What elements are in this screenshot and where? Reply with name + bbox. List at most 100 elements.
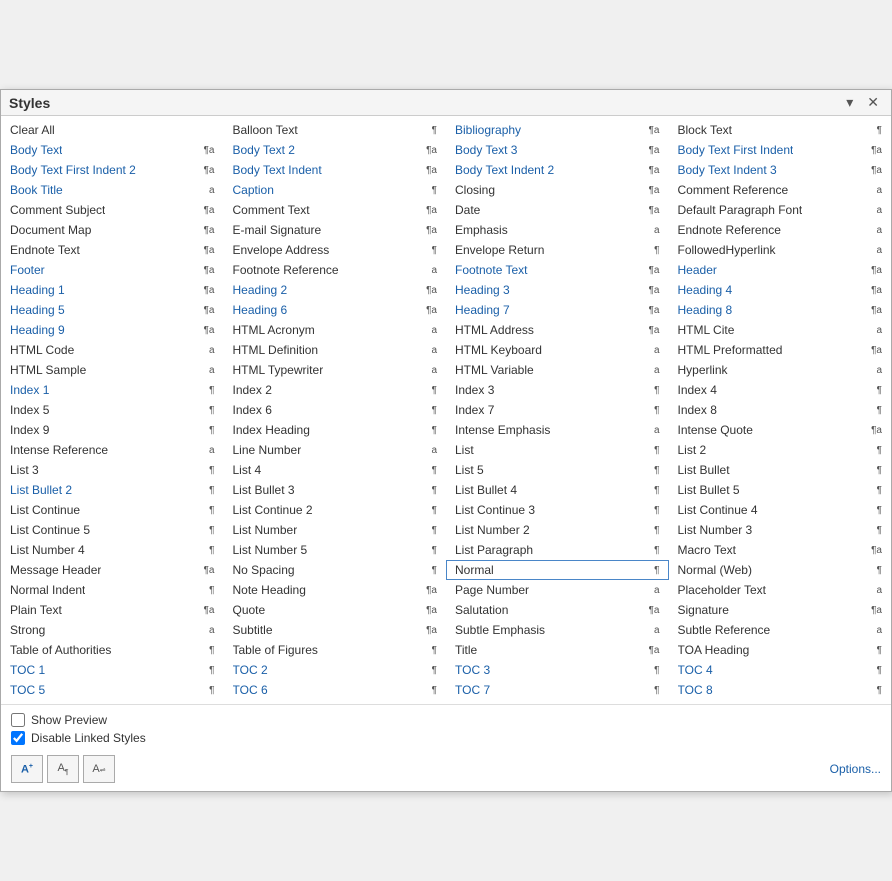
style-item[interactable]: List Continue¶: [1, 500, 224, 520]
style-item[interactable]: List Number 5¶: [224, 540, 447, 560]
style-item[interactable]: TOC 8¶: [669, 680, 892, 700]
style-item[interactable]: Heading 5¶a: [1, 300, 224, 320]
style-item[interactable]: Footnote Referencea: [224, 260, 447, 280]
style-item[interactable]: List Continue 5¶: [1, 520, 224, 540]
style-item[interactable]: Heading 4¶a: [669, 280, 892, 300]
disable-linked-checkbox[interactable]: [11, 731, 25, 745]
style-item[interactable]: HTML Citea: [669, 320, 892, 340]
style-item[interactable]: Index 8¶: [669, 400, 892, 420]
style-item[interactable]: No Spacing¶: [224, 560, 447, 580]
style-item[interactable]: Heading 7¶a: [446, 300, 669, 320]
style-item[interactable]: TOC 4¶: [669, 660, 892, 680]
style-item[interactable]: Balloon Text¶: [224, 120, 447, 140]
style-item[interactable]: Body Text 2¶a: [224, 140, 447, 160]
style-item[interactable]: FollowedHyperlinka: [669, 240, 892, 260]
style-item[interactable]: List Paragraph¶: [446, 540, 669, 560]
style-item[interactable]: TOC 7¶: [446, 680, 669, 700]
style-item[interactable]: Normal (Web)¶: [669, 560, 892, 580]
style-item[interactable]: Heading 8¶a: [669, 300, 892, 320]
style-item[interactable]: List Continue 2¶: [224, 500, 447, 520]
style-item[interactable]: Subtitle¶a: [224, 620, 447, 640]
style-item[interactable]: List Bullet¶: [669, 460, 892, 480]
style-item[interactable]: Body Text 3¶a: [446, 140, 669, 160]
style-item[interactable]: E-mail Signature¶a: [224, 220, 447, 240]
style-item[interactable]: Subtle Referencea: [669, 620, 892, 640]
style-item[interactable]: List¶: [446, 440, 669, 460]
style-item[interactable]: Index 7¶: [446, 400, 669, 420]
style-item[interactable]: Body Text Indent 3¶a: [669, 160, 892, 180]
style-item[interactable]: Heading 9¶a: [1, 320, 224, 340]
style-item[interactable]: List Number 3¶: [669, 520, 892, 540]
style-item[interactable]: Date¶a: [446, 200, 669, 220]
disable-linked-row[interactable]: Disable Linked Styles: [11, 731, 881, 745]
style-item[interactable]: List Bullet 2¶: [1, 480, 224, 500]
style-item[interactable]: Heading 1¶a: [1, 280, 224, 300]
style-item[interactable]: List 3¶: [1, 460, 224, 480]
style-item[interactable]: List Continue 3¶: [446, 500, 669, 520]
style-item[interactable]: HTML Acronyma: [224, 320, 447, 340]
style-item[interactable]: Heading 3¶a: [446, 280, 669, 300]
style-item[interactable]: Body Text First Indent 2¶a: [1, 160, 224, 180]
style-item[interactable]: List 2¶: [669, 440, 892, 460]
style-item[interactable]: TOC 1¶: [1, 660, 224, 680]
style-item[interactable]: Stronga: [1, 620, 224, 640]
style-item[interactable]: Heading 2¶a: [224, 280, 447, 300]
manage-styles-button[interactable]: A⇌: [83, 755, 115, 783]
style-item[interactable]: Page Numbera: [446, 580, 669, 600]
style-item[interactable]: Placeholder Texta: [669, 580, 892, 600]
style-item[interactable]: TOC 2¶: [224, 660, 447, 680]
style-item[interactable]: List Continue 4¶: [669, 500, 892, 520]
show-preview-checkbox[interactable]: [11, 713, 25, 727]
style-item[interactable]: HTML Samplea: [1, 360, 224, 380]
style-item[interactable]: Signature¶a: [669, 600, 892, 620]
style-item[interactable]: Index 9¶: [1, 420, 224, 440]
style-item[interactable]: Footnote Text¶a: [446, 260, 669, 280]
style-item[interactable]: Subtle Emphasisa: [446, 620, 669, 640]
style-item[interactable]: Heading 6¶a: [224, 300, 447, 320]
style-item[interactable]: Index Heading¶: [224, 420, 447, 440]
style-item[interactable]: Index 6¶: [224, 400, 447, 420]
style-item[interactable]: Body Text First Indent¶a: [669, 140, 892, 160]
style-item[interactable]: Caption¶: [224, 180, 447, 200]
style-item[interactable]: Bibliography¶a: [446, 120, 669, 140]
style-item[interactable]: HTML Preformatted¶a: [669, 340, 892, 360]
style-item[interactable]: Index 3¶: [446, 380, 669, 400]
options-link[interactable]: Options...: [830, 762, 881, 776]
style-item[interactable]: HTML Variablea: [446, 360, 669, 380]
style-item[interactable]: Comment Text¶a: [224, 200, 447, 220]
style-item[interactable]: Note Heading¶a: [224, 580, 447, 600]
style-item[interactable]: Title¶a: [446, 640, 669, 660]
style-item[interactable]: Default Paragraph Fonta: [669, 200, 892, 220]
style-item[interactable]: Header¶a: [669, 260, 892, 280]
style-item[interactable]: Table of Authorities¶: [1, 640, 224, 660]
style-item[interactable]: Quote¶a: [224, 600, 447, 620]
style-item[interactable]: Envelope Address¶: [224, 240, 447, 260]
style-item[interactable]: Body Text Indent 2¶a: [446, 160, 669, 180]
style-item[interactable]: Salutation¶a: [446, 600, 669, 620]
style-item[interactable]: Body Text¶a: [1, 140, 224, 160]
style-item[interactable]: List Number 2¶: [446, 520, 669, 540]
style-item[interactable]: Book Titlea: [1, 180, 224, 200]
collapse-button[interactable]: ▾: [842, 94, 857, 111]
style-item[interactable]: List Number 4¶: [1, 540, 224, 560]
style-item[interactable]: Index 4¶: [669, 380, 892, 400]
style-item[interactable]: Normal Indent¶: [1, 580, 224, 600]
show-preview-row[interactable]: Show Preview: [11, 713, 881, 727]
style-item[interactable]: TOC 5¶: [1, 680, 224, 700]
style-item[interactable]: HTML Typewritera: [224, 360, 447, 380]
style-item[interactable]: Body Text Indent¶a: [224, 160, 447, 180]
style-item[interactable]: Intense Quote¶a: [669, 420, 892, 440]
style-item[interactable]: Message Header¶a: [1, 560, 224, 580]
style-item[interactable]: HTML Address¶a: [446, 320, 669, 340]
style-item[interactable]: List Bullet 5¶: [669, 480, 892, 500]
style-item[interactable]: TOC 6¶: [224, 680, 447, 700]
style-item[interactable]: Block Text¶: [669, 120, 892, 140]
style-item[interactable]: Closing¶a: [446, 180, 669, 200]
style-item[interactable]: HTML Definitiona: [224, 340, 447, 360]
style-item[interactable]: Document Map¶a: [1, 220, 224, 240]
style-item[interactable]: Index 2¶: [224, 380, 447, 400]
close-button[interactable]: ✕: [863, 94, 883, 111]
style-item[interactable]: Table of Figures¶: [224, 640, 447, 660]
style-item[interactable]: Comment Subject¶a: [1, 200, 224, 220]
style-item[interactable]: List Bullet 3¶: [224, 480, 447, 500]
